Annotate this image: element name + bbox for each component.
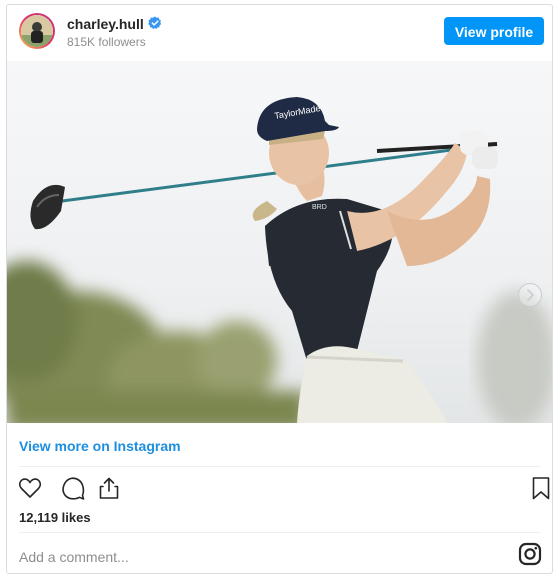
verified-badge-icon: [148, 16, 162, 30]
next-photo-button[interactable]: [518, 283, 542, 307]
follower-count: 815K followers: [67, 35, 146, 49]
instagram-logo-icon[interactable]: [518, 542, 542, 566]
avatar[interactable]: [19, 13, 55, 49]
svg-text:BRD: BRD: [312, 204, 327, 211]
chevron-right-icon: [527, 289, 534, 301]
heart-icon[interactable]: [17, 475, 43, 501]
view-more-link[interactable]: View more on Instagram: [19, 438, 181, 454]
like-count: 12,119 likes: [19, 510, 91, 525]
instagram-embed-card: charley.hull 815K followers View profile: [6, 4, 553, 574]
avatar-image: [21, 15, 53, 47]
view-profile-button[interactable]: View profile: [444, 17, 544, 45]
post-photo[interactable]: TaylorMade BRD: [7, 61, 552, 423]
bookmark-icon[interactable]: [528, 475, 552, 501]
share-icon[interactable]: [96, 475, 122, 501]
post-header: charley.hull 815K followers View profile: [7, 5, 552, 61]
username[interactable]: charley.hull: [67, 16, 144, 32]
divider: [19, 466, 540, 467]
divider: [19, 532, 540, 533]
comment-icon[interactable]: [60, 475, 86, 501]
add-comment-link[interactable]: Add a comment...: [19, 549, 129, 565]
